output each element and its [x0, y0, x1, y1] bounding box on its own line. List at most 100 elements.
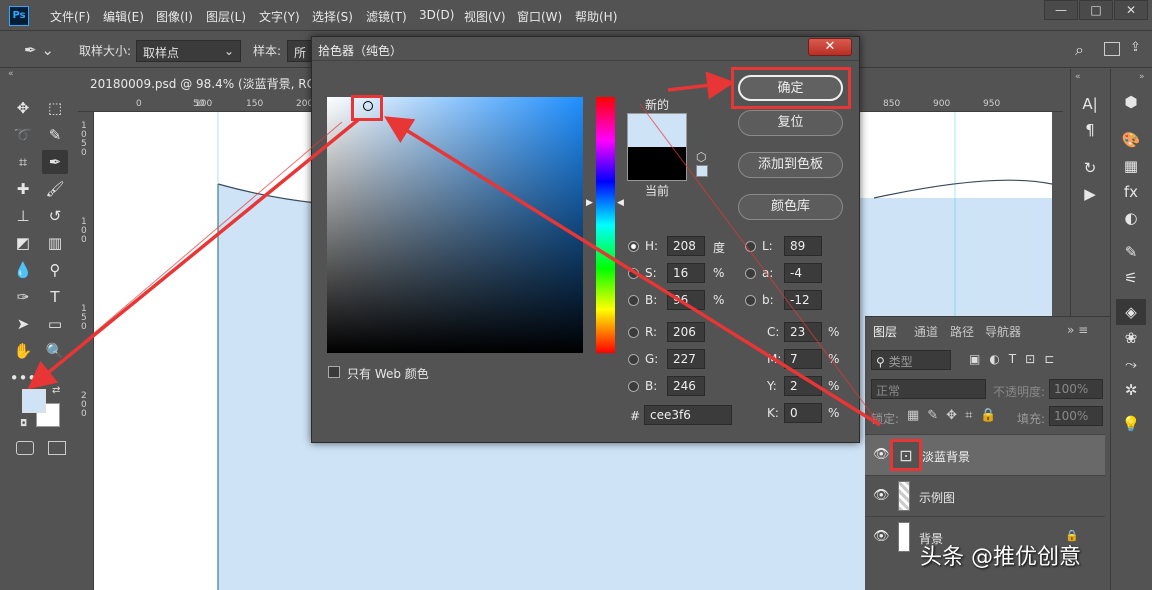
b-input[interactable]: 96	[667, 290, 705, 310]
tab-layers[interactable]: 图层	[873, 323, 897, 340]
workspace-icon[interactable]	[1104, 42, 1120, 56]
healing-brush-tool-icon[interactable]: ✚	[10, 177, 36, 201]
3d-panel-icon[interactable]: ⬢	[1116, 89, 1146, 115]
rgb-b-input[interactable]: 246	[667, 376, 705, 396]
hand-tool-icon[interactable]: ✋	[10, 339, 36, 363]
character-panel-icon[interactable]: A|	[1075, 91, 1105, 117]
h-radio[interactable]	[628, 241, 639, 252]
blur-tool-icon[interactable]: 💧	[10, 258, 36, 282]
menu-window[interactable]: 窗口(W)	[517, 8, 562, 25]
color-libraries-button[interactable]: 颜色库	[738, 194, 843, 220]
quick-mask-icon[interactable]	[16, 441, 34, 455]
a-radio[interactable]	[745, 268, 756, 279]
layer-row[interactable]: 👁 示例图	[865, 475, 1105, 516]
rgb-b-radio[interactable]	[628, 381, 639, 392]
path-select-tool-icon[interactable]: ➤	[10, 312, 36, 336]
lock-icons[interactable]: ▦✎✥⌗🔒	[907, 408, 1005, 423]
a-input[interactable]: -4	[784, 263, 822, 283]
minimize-button[interactable]: —	[1044, 0, 1078, 20]
type-tool-icon[interactable]: T	[42, 285, 68, 309]
stamp-tool-icon[interactable]: ⊥	[10, 204, 36, 228]
blend-mode-select[interactable]: 正常	[871, 379, 986, 399]
hue-slider[interactable]	[596, 97, 615, 353]
color-field[interactable]	[327, 97, 583, 353]
close-window-button[interactable]: ✕	[1114, 0, 1148, 20]
lab-b-radio[interactable]	[745, 295, 756, 306]
layer-row[interactable]: 👁 ⊡ 淡蓝背景	[865, 434, 1105, 475]
search-icon[interactable]: ⌕	[1075, 40, 1095, 60]
b-radio[interactable]	[628, 295, 639, 306]
expand-icon[interactable]: »	[1139, 72, 1145, 82]
brush-tool-icon[interactable]: 🖌	[42, 177, 68, 201]
paths-panel-icon[interactable]: ⤳	[1116, 351, 1146, 377]
quick-select-tool-icon[interactable]: ✎	[42, 123, 68, 147]
menu-select[interactable]: 选择(S)	[312, 8, 353, 25]
opacity-input[interactable]: 100%	[1049, 379, 1103, 399]
menu-3d[interactable]: 3D(D)	[419, 8, 454, 22]
eyedropper-tool-icon[interactable]: ✒	[42, 150, 68, 174]
gradient-tool-icon[interactable]: ▥	[42, 231, 68, 255]
navigator-panel-icon[interactable]: ✲	[1116, 377, 1146, 403]
m-input[interactable]: 7	[784, 349, 822, 369]
eyedropper-tool-preset-icon[interactable]: ✒ ⌄	[24, 41, 64, 61]
menu-type[interactable]: 文字(Y)	[259, 8, 300, 25]
menu-file[interactable]: 文件(F)	[50, 8, 90, 25]
sample-size-select[interactable]: 取样点 ⌄	[136, 40, 241, 62]
hue-slider-right-arrow-icon[interactable]: ◀	[617, 198, 624, 208]
menu-filter[interactable]: 滤镜(T)	[366, 8, 407, 25]
visibility-eye-icon[interactable]: 👁	[873, 447, 890, 462]
current-color-swatch[interactable]	[627, 147, 687, 181]
learn-panel-icon[interactable]: 💡	[1116, 411, 1146, 437]
menu-layer[interactable]: 图层(L)	[206, 8, 246, 25]
collapse-icon[interactable]: «	[8, 69, 14, 79]
collapse-icon[interactable]: «	[1075, 72, 1081, 82]
fill-input[interactable]: 100%	[1049, 406, 1103, 426]
default-colors-icon[interactable]: ◘	[20, 419, 27, 429]
brush-settings-icon[interactable]: ⚟	[1116, 265, 1146, 291]
screen-mode-icon[interactable]	[48, 441, 66, 455]
s-radio[interactable]	[628, 268, 639, 279]
dialog-title-bar[interactable]: 拾色器（纯色） ✕	[312, 37, 859, 61]
channels-panel-icon[interactable]: ❀	[1116, 325, 1146, 351]
styles-panel-icon[interactable]: fx	[1116, 179, 1146, 205]
eraser-tool-icon[interactable]: ◩	[10, 231, 36, 255]
maximize-button[interactable]: □	[1079, 0, 1113, 20]
zoom-tool-icon[interactable]: 🔍	[42, 339, 68, 363]
tab-paths[interactable]: 路径	[950, 323, 974, 340]
add-to-swatches-button[interactable]: 添加到色板	[738, 152, 843, 178]
g-radio[interactable]	[628, 354, 639, 365]
visibility-eye-icon[interactable]: 👁	[873, 488, 890, 503]
g-input[interactable]: 227	[667, 349, 705, 369]
web-only-checkbox[interactable]	[328, 366, 340, 378]
layer-filter-select[interactable]: ⚲ 类型	[871, 350, 951, 370]
c-input[interactable]: 23	[784, 322, 822, 342]
rectangle-tool-icon[interactable]: ▭	[42, 312, 68, 336]
out-of-gamut-cube-icon[interactable]: ⬡	[696, 150, 706, 164]
h-input[interactable]: 208	[667, 236, 705, 256]
swap-colors-icon[interactable]: ⇄	[52, 385, 60, 396]
panel-menu-icon[interactable]: » ≡	[1067, 323, 1088, 337]
dodge-tool-icon[interactable]: ⚲	[42, 258, 68, 282]
y-input[interactable]: 2	[784, 376, 822, 396]
history-brush-tool-icon[interactable]: ↺	[42, 204, 68, 228]
tab-channels[interactable]: 通道	[914, 323, 938, 340]
crop-tool-icon[interactable]: ⌗	[10, 150, 36, 174]
ok-button[interactable]: 确定	[738, 75, 843, 101]
hex-input[interactable]: cee3f6	[644, 405, 732, 425]
k-input[interactable]: 0	[784, 403, 822, 423]
paragraph-panel-icon[interactable]: ¶	[1075, 117, 1105, 143]
adjustments-panel-icon[interactable]: ◐	[1116, 205, 1146, 231]
lasso-tool-icon[interactable]: ➰	[10, 123, 36, 147]
menu-edit[interactable]: 编辑(E)	[103, 8, 144, 25]
brushes-panel-icon[interactable]: ✎	[1116, 239, 1146, 265]
menu-help[interactable]: 帮助(H)	[575, 8, 617, 25]
pen-tool-icon[interactable]: ✑	[10, 285, 36, 309]
color-panel-icon[interactable]: 🎨	[1116, 127, 1146, 153]
move-tool-icon[interactable]: ✥	[10, 96, 36, 120]
l-radio[interactable]	[745, 241, 756, 252]
swatches-panel-icon[interactable]: ▦	[1116, 153, 1146, 179]
lab-b-input[interactable]: -12	[784, 290, 822, 310]
more-tools-icon[interactable]: •••	[10, 366, 37, 390]
foreground-color-swatch[interactable]	[22, 389, 46, 413]
r-input[interactable]: 206	[667, 322, 705, 342]
